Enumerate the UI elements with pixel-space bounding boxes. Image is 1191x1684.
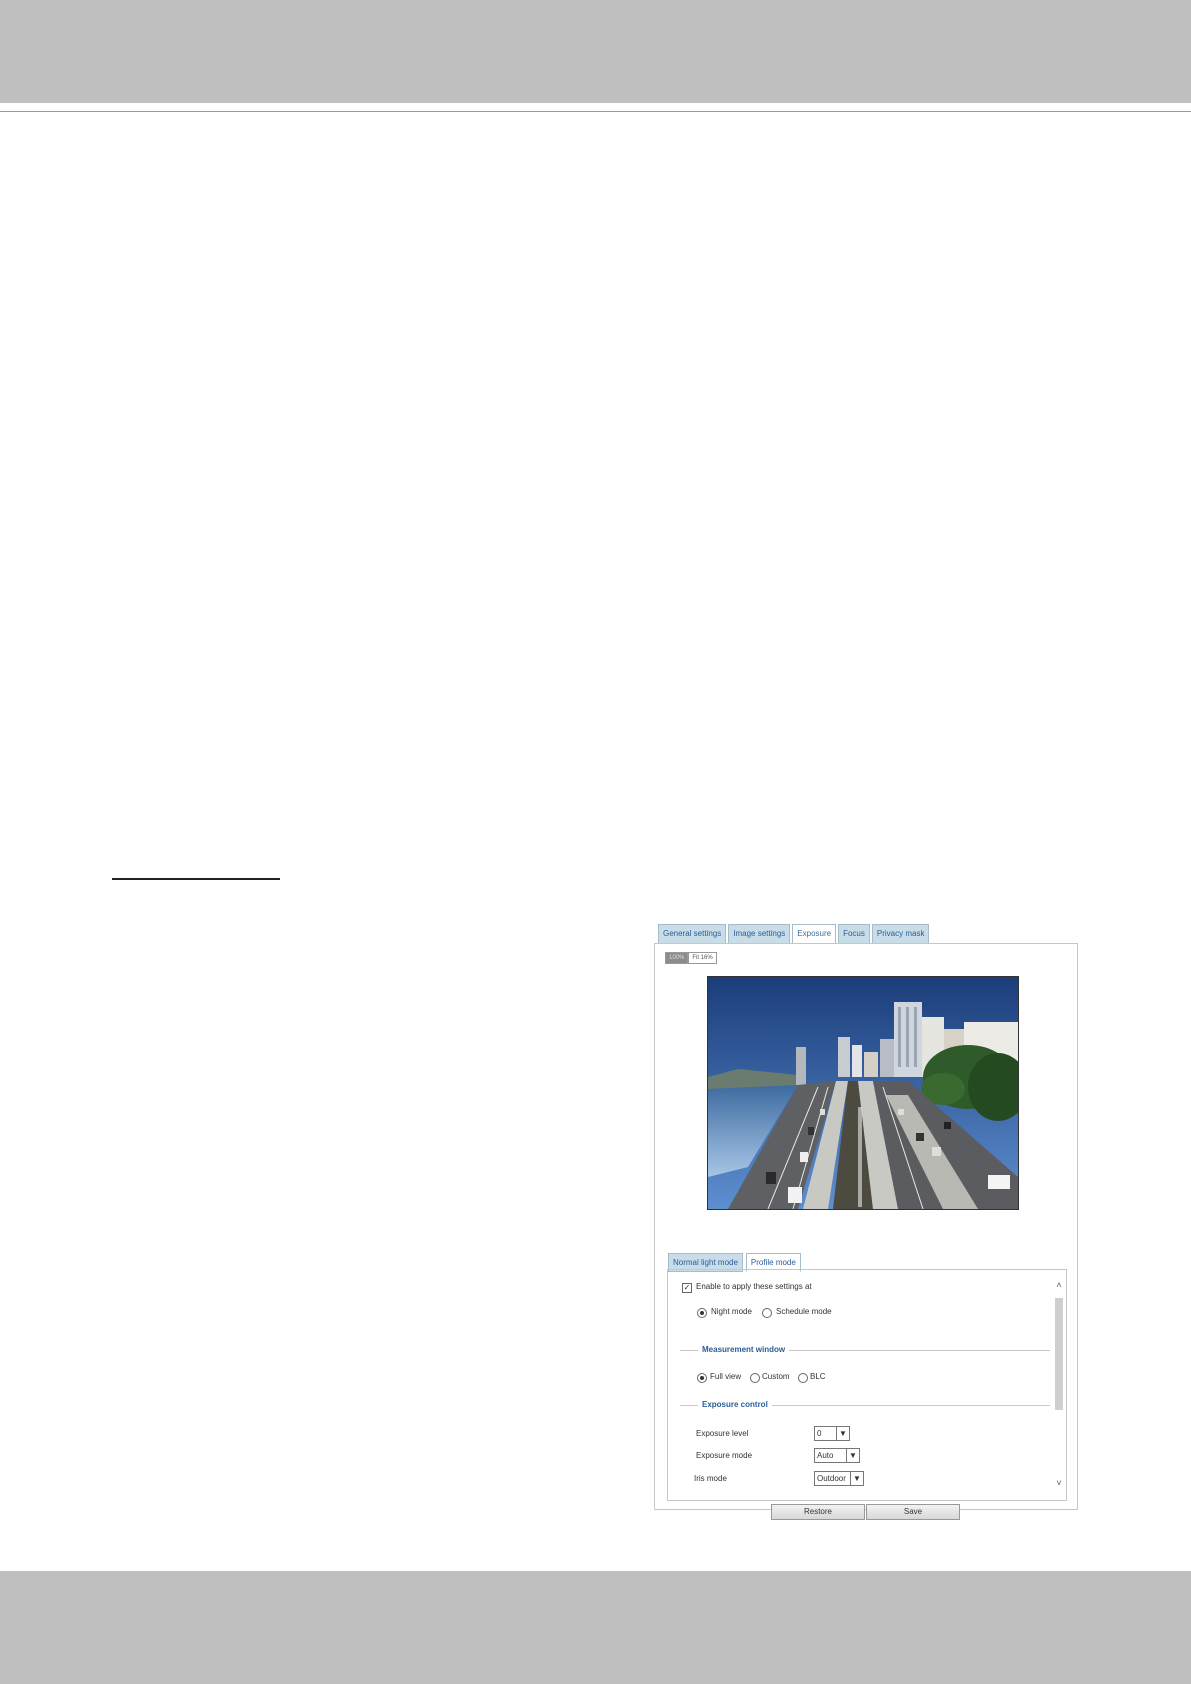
full-view-radio[interactable] xyxy=(697,1373,707,1383)
chevron-down-icon[interactable]: ˅ xyxy=(1054,1478,1064,1488)
tab-content-frame: 100% Fit 16% Normal light mode Profile m… xyxy=(654,943,1078,1520)
night-mode-radio[interactable] xyxy=(697,1308,707,1318)
tab-privacy-mask[interactable]: Privacy mask xyxy=(871,924,930,944)
exposure-control-legend: Exposure control xyxy=(698,1400,772,1409)
restore-button[interactable]: Restore xyxy=(771,1504,865,1520)
zoom-fit-button[interactable]: Fit 16% xyxy=(688,952,717,964)
main-tabs: General settings Image settings Exposure… xyxy=(658,924,931,944)
tab-image-settings[interactable]: Image settings xyxy=(728,924,791,944)
iris-mode-label: Iris mode xyxy=(694,1474,727,1483)
page-header-band xyxy=(0,0,1191,103)
header-rule xyxy=(0,111,1191,112)
tab-exposure[interactable]: Exposure xyxy=(792,924,837,944)
scrollbar-thumb[interactable] xyxy=(1055,1298,1063,1410)
custom-radio[interactable] xyxy=(750,1373,760,1383)
zoom-toggle: 100% Fit 16% xyxy=(665,952,717,964)
section-heading-underline xyxy=(112,860,280,880)
chevron-down-icon: ▼ xyxy=(846,1449,859,1462)
measurement-window-legend: Measurement window xyxy=(698,1345,790,1354)
settings-scrollbar[interactable]: ˄ ˅ xyxy=(1054,1280,1064,1490)
exposure-level-value: 0 xyxy=(817,1429,822,1438)
zoom-100-button[interactable]: 100% xyxy=(665,952,689,964)
page-footer-band xyxy=(0,1571,1191,1684)
exposure-mode-label: Exposure mode xyxy=(696,1451,753,1460)
save-button[interactable]: Save xyxy=(866,1504,960,1520)
schedule-mode-label: Schedule mode xyxy=(776,1307,832,1316)
custom-label: Custom xyxy=(762,1372,790,1381)
chevron-down-icon: ▼ xyxy=(836,1427,849,1440)
full-view-label: Full view xyxy=(710,1372,742,1381)
highway-camera-image xyxy=(708,977,1018,1209)
chevron-up-icon[interactable]: ˄ xyxy=(1054,1280,1064,1290)
exposure-level-select[interactable]: 0 ▼ xyxy=(814,1426,850,1441)
iris-mode-select[interactable]: Outdoor ▼ xyxy=(814,1471,864,1486)
schedule-mode-radio[interactable] xyxy=(762,1308,772,1318)
tab-focus[interactable]: Focus xyxy=(838,924,870,944)
exposure-level-label: Exposure level xyxy=(696,1429,749,1438)
exposure-mode-select[interactable]: Auto ▼ xyxy=(814,1448,860,1463)
profile-settings-box: ✓ Enable to apply these settings at Nigh… xyxy=(667,1269,1067,1501)
blc-label: BLC xyxy=(810,1372,826,1381)
enable-label: Enable to apply these settings at xyxy=(696,1282,812,1291)
header-gap xyxy=(0,104,1191,107)
enable-checkbox[interactable]: ✓ xyxy=(682,1283,692,1293)
exposure-mode-value: Auto xyxy=(817,1451,834,1460)
night-mode-label: Night mode xyxy=(711,1307,752,1316)
iris-mode-value: Outdoor xyxy=(817,1474,846,1483)
exposure-settings-panel: General settings Image settings Exposure… xyxy=(650,924,1078,1520)
tab-general-settings[interactable]: General settings xyxy=(658,924,727,944)
live-video-preview xyxy=(707,976,1019,1210)
blc-radio[interactable] xyxy=(798,1373,808,1383)
chevron-down-icon: ▼ xyxy=(850,1472,863,1485)
